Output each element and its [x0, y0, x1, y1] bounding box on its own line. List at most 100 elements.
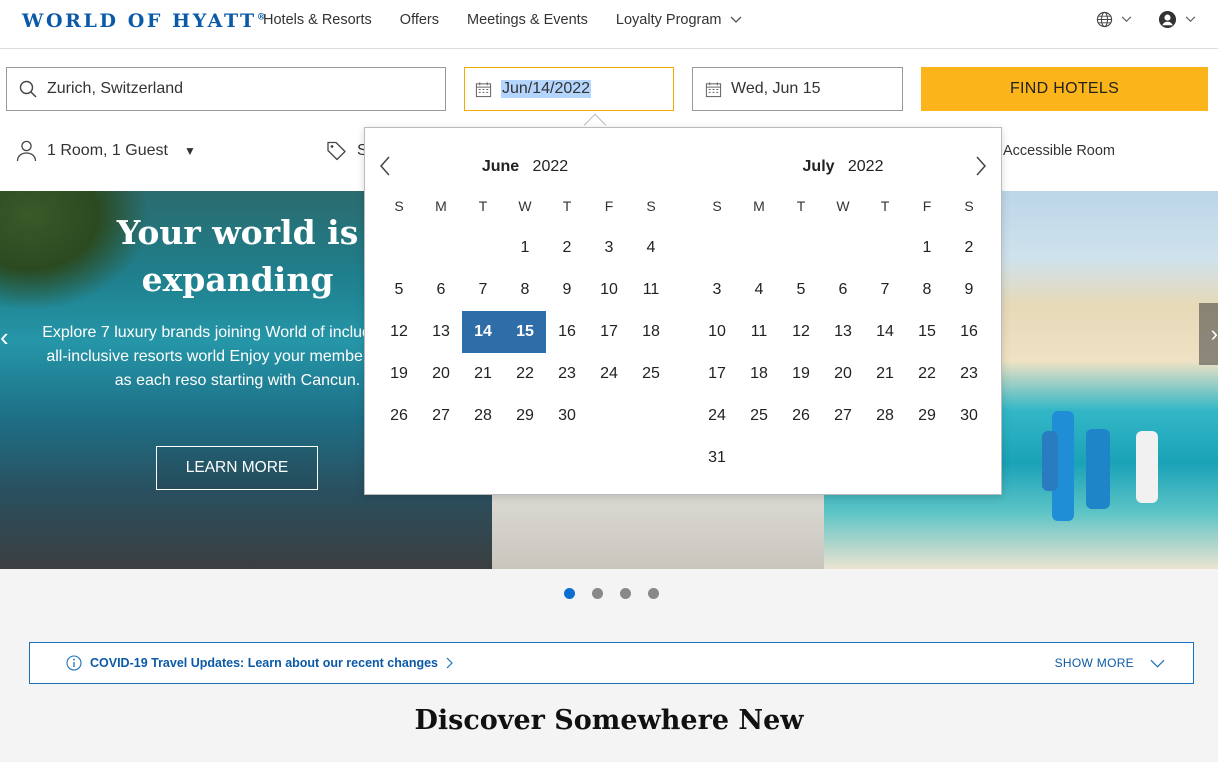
search-icon [19, 80, 37, 98]
account-menu[interactable] [1158, 10, 1196, 29]
calendar-day[interactable]: 5 [780, 269, 822, 311]
carousel-prev-arrow-icon[interactable]: ‹ [0, 312, 18, 362]
calendar-day[interactable]: 22 [906, 353, 948, 395]
calendar-day[interactable]: 4 [630, 227, 672, 269]
calendar-day[interactable]: 13 [822, 311, 864, 353]
carousel-dot[interactable] [564, 588, 575, 599]
calendar-day[interactable]: 20 [420, 353, 462, 395]
learn-more-button[interactable]: LEARN MORE [156, 446, 318, 490]
calendar-day[interactable]: 28 [864, 395, 906, 437]
calendar-day[interactable]: 19 [378, 353, 420, 395]
calendar-day-selected[interactable]: 14 [462, 311, 504, 353]
calendar-day[interactable]: 4 [738, 269, 780, 311]
calendar-day[interactable]: 3 [588, 227, 630, 269]
checkout-date-input[interactable]: Wed, Jun 15 [692, 67, 903, 111]
rooms-guests-selector[interactable]: 1 Room, 1 Guest ▼ [16, 140, 196, 162]
calendar-day[interactable]: 2 [948, 227, 990, 269]
calendar-day[interactable]: 26 [780, 395, 822, 437]
nav-label: Hotels & Resorts [263, 12, 372, 28]
calendar-day[interactable]: 17 [588, 311, 630, 353]
calendar-day[interactable]: 31 [696, 437, 738, 479]
nav-meetings-events[interactable]: Meetings & Events [467, 12, 588, 28]
calendar-day[interactable]: 8 [504, 269, 546, 311]
destination-input[interactable]: Zurich, Switzerland [6, 67, 446, 111]
nav-label: Offers [399, 12, 440, 28]
calendar-day[interactable]: 21 [462, 353, 504, 395]
calendar-day[interactable]: 10 [588, 269, 630, 311]
carousel-next-arrow-icon[interactable]: › [1199, 303, 1218, 365]
calendar-day[interactable]: 24 [696, 395, 738, 437]
show-more-toggle[interactable]: SHOW MORE [1055, 656, 1165, 670]
calendar-day[interactable]: 22 [504, 353, 546, 395]
carousel-dot[interactable] [620, 588, 631, 599]
checkout-value: Wed, Jun 15 [731, 80, 821, 97]
calendar-day[interactable]: 19 [780, 353, 822, 395]
calendar-day[interactable]: 27 [420, 395, 462, 437]
calendar-day[interactable]: 14 [864, 311, 906, 353]
calendar-day[interactable]: 25 [630, 353, 672, 395]
calendar-day[interactable]: 30 [948, 395, 990, 437]
calendar-day[interactable]: 11 [630, 269, 672, 311]
calendar-day[interactable]: 13 [420, 311, 462, 353]
header-utilities [1096, 10, 1196, 29]
calendar-day[interactable]: 29 [906, 395, 948, 437]
special-rates-selector[interactable]: S [326, 140, 368, 161]
calendar-day[interactable]: 7 [864, 269, 906, 311]
calendar-day[interactable]: 1 [504, 227, 546, 269]
weekday-label: S [964, 198, 974, 214]
month-title: July 2022 [696, 158, 990, 176]
accessible-room-option[interactable]: Accessible Room [1003, 143, 1115, 159]
calendar-day[interactable]: 23 [948, 353, 990, 395]
weekday-label: M [435, 198, 447, 214]
calendar-day[interactable]: 6 [420, 269, 462, 311]
calendar-day[interactable]: 25 [738, 395, 780, 437]
calendar-day[interactable]: 17 [696, 353, 738, 395]
calendar-day[interactable]: 24 [588, 353, 630, 395]
checkin-date-input[interactable]: Jun/14/2022 [464, 67, 674, 111]
weekday-label: W [836, 198, 850, 214]
nav-offers[interactable]: Offers [400, 12, 439, 28]
calendar-day[interactable]: 7 [462, 269, 504, 311]
calendar-day[interactable]: 5 [378, 269, 420, 311]
calendar-day[interactable]: 27 [822, 395, 864, 437]
calendar-day[interactable]: 2 [546, 227, 588, 269]
next-month-chevron-right-icon[interactable] [975, 156, 987, 182]
calendar-day[interactable]: 16 [546, 311, 588, 353]
calendar-day[interactable]: 18 [738, 353, 780, 395]
calendar-day[interactable]: 15 [906, 311, 948, 353]
calendar-day[interactable]: 1 [906, 227, 948, 269]
calendar-day[interactable]: 20 [822, 353, 864, 395]
calendar-day[interactable]: 16 [948, 311, 990, 353]
calendar-day[interactable]: 6 [822, 269, 864, 311]
calendar-day[interactable]: 29 [504, 395, 546, 437]
calendar-day[interactable]: 23 [546, 353, 588, 395]
calendar-day-selected[interactable]: 15 [504, 311, 546, 353]
weekday-label: S [646, 198, 656, 214]
calendar-day[interactable]: 26 [378, 395, 420, 437]
weekday-label: T [562, 198, 572, 214]
prev-month-chevron-left-icon[interactable] [379, 156, 391, 182]
calendar-day[interactable]: 12 [780, 311, 822, 353]
calendar-day[interactable]: 21 [864, 353, 906, 395]
calendar-day[interactable]: 9 [546, 269, 588, 311]
covid-link[interactable]: COVID-19 Travel Updates: Learn about our… [66, 655, 453, 671]
calendar-day[interactable]: 9 [948, 269, 990, 311]
calendar-day[interactable]: 8 [906, 269, 948, 311]
calendar-day[interactable]: 30 [546, 395, 588, 437]
calendar-day[interactable]: 3 [696, 269, 738, 311]
weekday-label: T [880, 198, 890, 214]
carousel-dot[interactable] [648, 588, 659, 599]
weekday-label: W [518, 198, 532, 214]
find-hotels-button[interactable]: FIND HOTELS [921, 67, 1208, 111]
calendar-day[interactable]: 12 [378, 311, 420, 353]
calendar-day[interactable]: 28 [462, 395, 504, 437]
calendar-day[interactable]: 18 [630, 311, 672, 353]
calendar-day[interactable]: 10 [696, 311, 738, 353]
nav-hotels-resorts[interactable]: Hotels & Resorts [263, 12, 372, 28]
calendar-day[interactable]: 11 [738, 311, 780, 353]
carousel-dot[interactable] [592, 588, 603, 599]
nav-loyalty-program[interactable]: Loyalty Program [616, 12, 742, 28]
language-selector[interactable] [1096, 11, 1132, 28]
hyatt-logo[interactable]: WORLD OF HYATT® [22, 10, 266, 32]
show-more-label: SHOW MORE [1054, 656, 1134, 670]
